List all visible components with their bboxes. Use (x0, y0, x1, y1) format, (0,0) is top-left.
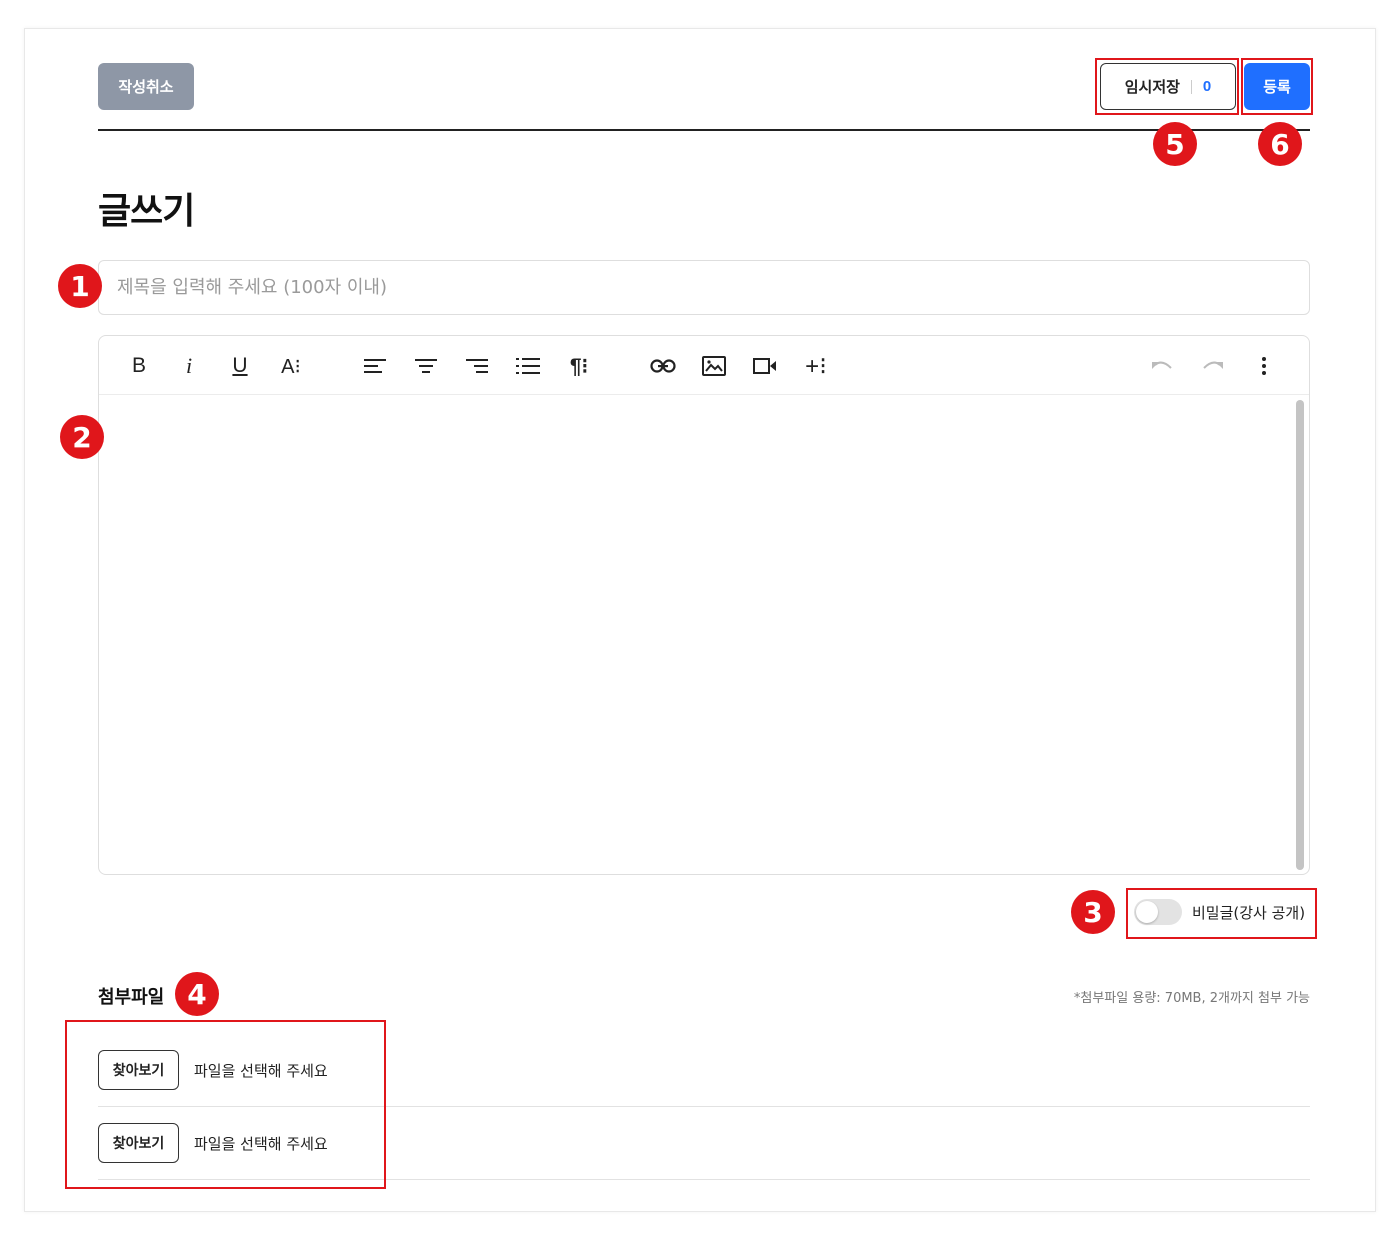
annotation-box-attachments (65, 1020, 386, 1189)
annotation-badge-3: 3 (1071, 890, 1115, 934)
insert-more-icon[interactable]: +⁝ (800, 350, 832, 382)
annotation-badge-5: 5 (1153, 122, 1197, 166)
annotation-badge-1: 1 (58, 264, 102, 308)
annotation-box-submit (1241, 58, 1313, 115)
bold-icon[interactable]: B (123, 350, 155, 382)
more-options-icon[interactable] (1248, 350, 1280, 382)
underline-icon[interactable]: U (224, 350, 256, 382)
page-title: 글쓰기 (98, 191, 195, 232)
editor-content-area[interactable] (99, 396, 1309, 874)
attachments-title: 첨부파일 (98, 987, 165, 1008)
attachments-note: *첨부파일 용량: 70MB, 2개까지 첨부 가능 (1073, 991, 1310, 1006)
italic-icon[interactable]: i (173, 350, 205, 382)
align-center-icon[interactable] (410, 350, 442, 382)
align-right-icon[interactable] (461, 350, 493, 382)
font-size-icon[interactable]: A⁝ (275, 350, 307, 382)
ordered-list-icon[interactable] (512, 350, 544, 382)
undo-icon[interactable] (1146, 350, 1178, 382)
annotation-box-temp-save (1095, 58, 1239, 115)
image-icon[interactable] (698, 350, 730, 382)
annotation-box-secret (1126, 888, 1317, 939)
post-title-input[interactable] (98, 260, 1310, 315)
align-left-icon[interactable] (359, 350, 391, 382)
header-divider (98, 129, 1310, 131)
redo-icon[interactable] (1197, 350, 1229, 382)
paragraph-icon[interactable]: ¶⁝ (563, 350, 595, 382)
link-icon[interactable] (647, 350, 679, 382)
annotation-badge-6: 6 (1258, 122, 1302, 166)
cancel-writing-button[interactable]: 작성취소 (98, 63, 194, 110)
video-icon[interactable] (749, 350, 781, 382)
annotation-badge-2: 2 (60, 415, 104, 459)
rich-text-editor: B i U A⁝ ¶⁝ +⁝ (98, 335, 1310, 875)
editor-scrollbar[interactable] (1296, 400, 1304, 870)
editor-toolbar: B i U A⁝ ¶⁝ +⁝ (99, 336, 1309, 395)
annotation-badge-4: 4 (175, 972, 219, 1016)
